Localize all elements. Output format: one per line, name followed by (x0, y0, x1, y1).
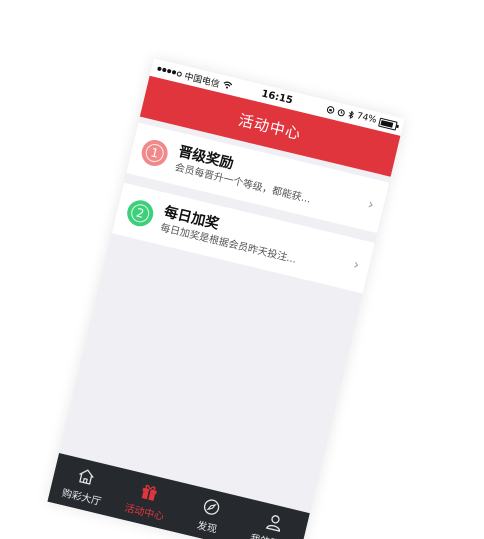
battery-percent: 74% (355, 111, 378, 126)
user-icon (265, 514, 280, 532)
battery-icon (378, 117, 398, 131)
chevron-right-icon: › (366, 196, 376, 214)
chevron-right-icon: › (351, 256, 361, 274)
badge-number: 2 (129, 202, 152, 225)
tab-my-account[interactable]: 我的账户 (235, 498, 309, 539)
gift-icon (141, 484, 157, 501)
tab-label: 购彩大厅 (60, 487, 103, 508)
stage: 中国电信 16:15 74% 活动中心 1 晋级奖励 会员每晋升一个等级，都能获… (0, 0, 484, 539)
page-title: 活动中心 (236, 110, 304, 143)
compass-icon (204, 499, 220, 515)
alarm-icon (337, 109, 345, 117)
tab-label: 发现 (195, 519, 218, 536)
tab-lottery-hall[interactable]: 购彩大厅 (47, 453, 121, 517)
tab-activity-center[interactable]: 活动中心 (110, 468, 184, 532)
wifi-icon (223, 81, 233, 89)
tab-discover[interactable]: 发现 (173, 483, 247, 539)
number-badge-icon: 1 (139, 137, 171, 169)
lock-rotation-icon (326, 106, 335, 114)
phone-screen: 中国电信 16:15 74% 活动中心 1 晋级奖励 会员每晋升一个等级，都能获… (47, 58, 405, 539)
badge-number: 1 (143, 142, 166, 164)
tab-bar: 购彩大厅 活动中心 发现 (47, 452, 310, 539)
number-badge-icon: 2 (124, 197, 156, 229)
signal-icon (157, 66, 183, 77)
bluetooth-icon (348, 110, 354, 120)
tab-label: 活动中心 (123, 502, 165, 523)
home-icon (79, 468, 95, 485)
